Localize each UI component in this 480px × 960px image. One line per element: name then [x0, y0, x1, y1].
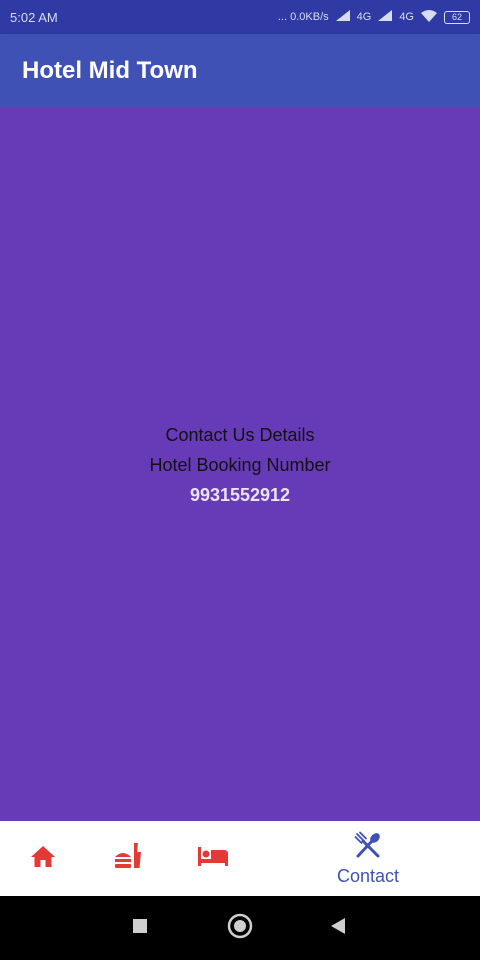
wifi-icon	[421, 9, 437, 25]
nav-label-contact: Contact	[336, 865, 400, 886]
booking-label: Hotel Booking Number	[149, 454, 331, 475]
network-type: 4G	[356, 11, 372, 23]
booking-phone-number[interactable]: 9931552912	[190, 480, 290, 510]
recents-button[interactable]	[120, 896, 160, 960]
square-icon	[132, 918, 148, 939]
back-triangle-icon	[330, 917, 346, 940]
bottom-navigation: Contact	[0, 821, 480, 896]
signal-icon	[335, 10, 350, 24]
bed-icon	[197, 845, 229, 872]
network-type-2: 4G	[399, 11, 414, 23]
signal-icon-2	[378, 10, 393, 24]
nav-item-rooms[interactable]	[192, 821, 234, 896]
status-time: 5:02 AM	[10, 9, 58, 25]
home-icon	[30, 844, 56, 873]
food-icon	[112, 840, 144, 877]
network-speed: ... 0.0KB/s	[277, 11, 329, 23]
app-bar: Hotel Mid Town	[0, 34, 480, 108]
contact-content: Contact Us Details Hotel Booking Number …	[0, 108, 480, 821]
nav-item-contact[interactable]: Contact	[318, 821, 418, 896]
restaurant-icon	[354, 831, 382, 864]
system-navigation-bar	[0, 896, 480, 960]
nav-item-home[interactable]	[24, 821, 62, 896]
status-bar: 5:02 AM ... 0.0KB/s 4G 4G 62	[0, 0, 480, 34]
nav-item-food[interactable]	[108, 821, 148, 896]
page-title: Hotel Mid Town	[22, 57, 198, 84]
circle-icon	[227, 913, 253, 944]
home-button[interactable]	[220, 896, 260, 960]
contact-heading: Contact Us Details	[165, 424, 315, 445]
battery-icon: 62	[444, 10, 470, 24]
status-indicators: ... 0.0KB/s 4G 4G 62	[277, 9, 470, 25]
back-button[interactable]	[318, 896, 358, 960]
